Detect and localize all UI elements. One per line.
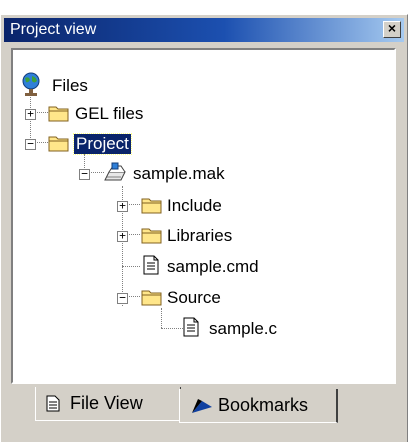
document-icon <box>46 395 60 412</box>
bookmark-icon <box>192 399 212 413</box>
tab-label: Bookmarks <box>218 395 309 415</box>
view-tabs: File View Bookmarks <box>1 387 409 443</box>
document-icon <box>183 317 199 337</box>
close-icon: × <box>387 20 397 36</box>
tree-item-label: Files <box>52 76 88 95</box>
tree-item-label: Include <box>167 196 222 215</box>
collapse-icon[interactable]: − <box>117 292 128 304</box>
title-bar[interactable]: Project view × <box>4 18 404 42</box>
project-file-icon <box>104 162 126 181</box>
expand-icon[interactable]: + <box>117 200 128 212</box>
tree-connector <box>122 266 140 267</box>
folder-icon <box>141 228 162 244</box>
project-view-panel: Project view × Files + GEL files − Proje… <box>0 14 408 442</box>
tab-bookmarks[interactable]: Bookmarks <box>179 389 338 423</box>
tab-label: File View <box>70 393 143 413</box>
tree-item-label: sample.c <box>209 319 278 338</box>
tree-item-label: GEL files <box>75 104 144 123</box>
window-title: Project view <box>10 21 97 38</box>
tab-file-view[interactable]: File View <box>35 387 181 421</box>
folder-icon <box>48 136 69 152</box>
folder-icon <box>141 198 162 214</box>
tree-connector <box>161 308 162 328</box>
document-icon <box>143 255 159 275</box>
collapse-icon[interactable]: − <box>25 138 36 150</box>
folder-icon <box>141 290 162 306</box>
tree-item-label: sample.cmd <box>167 257 259 276</box>
tree-item-label: sample.mak <box>133 164 225 183</box>
folder-icon <box>48 106 69 122</box>
expand-icon[interactable]: + <box>117 230 128 242</box>
tree-item-label: Libraries <box>167 226 233 245</box>
expand-icon[interactable]: + <box>25 108 36 120</box>
tree-item-label: Source <box>167 288 221 307</box>
tree-item-label: Project <box>73 133 132 155</box>
close-button[interactable]: × <box>383 20 401 38</box>
globe-icon <box>22 72 40 96</box>
collapse-icon[interactable]: − <box>79 168 90 180</box>
file-tree[interactable]: Files + GEL files − Project − sample.mak… <box>11 48 396 384</box>
tree-connector <box>161 328 183 329</box>
